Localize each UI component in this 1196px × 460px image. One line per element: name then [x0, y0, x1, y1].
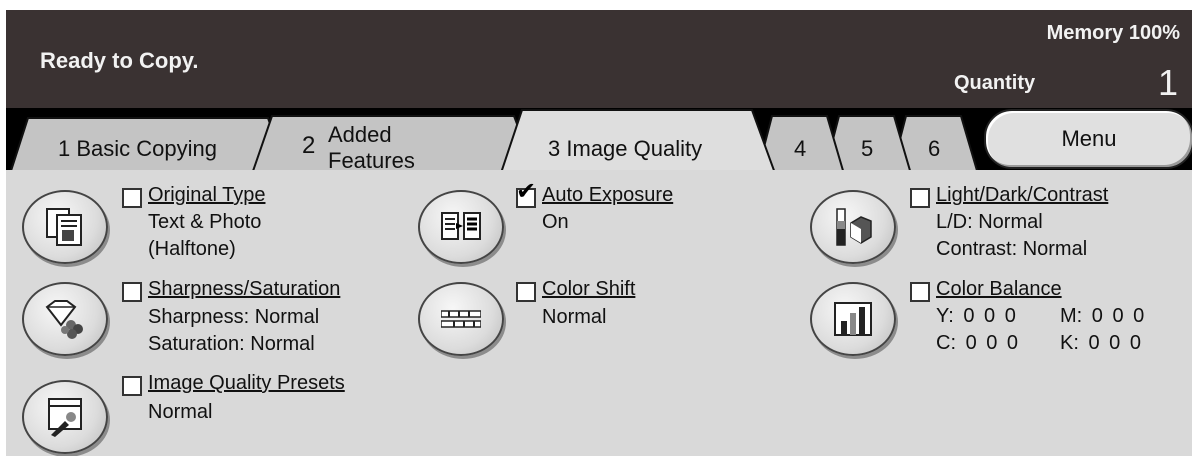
light-dark-contrast-title: Light/Dark/Contrast	[936, 184, 1109, 206]
image-quality-panel: Original Type Text & Photo (Halftone) Sh…	[6, 170, 1192, 456]
saturation-value: Saturation: Normal	[148, 333, 315, 355]
sharpness-icon	[45, 300, 83, 339]
tab-number: 3	[548, 136, 561, 161]
quantity-label: Quantity	[954, 72, 1036, 94]
original-type-value-2: (Halftone)	[148, 238, 236, 260]
y-label: Y:	[936, 305, 954, 327]
color-balance-icon	[834, 302, 872, 336]
color-balance-feature[interactable]: Color Balance Y: 0 0 0 M: 0 0 0 C: 0 0 0…	[810, 278, 1190, 368]
tab-5[interactable]: 5	[861, 136, 873, 162]
sharpness-saturation-checkbox[interactable]	[122, 282, 142, 302]
original-type-title: Original Type	[148, 184, 266, 206]
original-type-value: Text & Photo	[148, 211, 262, 233]
color-balance-checkbox[interactable]	[910, 282, 930, 302]
auto-exposure-button[interactable]	[418, 190, 504, 264]
tab-basic-copying[interactable]: 1 Basic Copying	[58, 136, 217, 162]
light-dark-value: L/D: Normal	[936, 211, 1043, 233]
tab-label: Basic Copying	[76, 136, 218, 161]
light-dark-contrast-button[interactable]	[810, 190, 896, 264]
tab-number: 1	[58, 136, 71, 161]
color-balance-k: K: 0 0 0	[1060, 332, 1141, 355]
sharpness-value: Sharpness: Normal	[148, 306, 320, 328]
sharpness-saturation-title: Sharpness/Saturation	[148, 278, 341, 300]
presets-icon	[48, 398, 82, 437]
sharpness-saturation-button[interactable]	[22, 282, 108, 356]
k-values: 0 0 0	[1088, 332, 1141, 354]
color-shift-checkbox[interactable]	[516, 282, 536, 302]
tab-added-features-number[interactable]: 2	[302, 132, 315, 160]
color-shift-title: Color Shift	[542, 278, 636, 300]
color-shift-icon	[441, 310, 481, 328]
copier-screen: Ready to Copy. Memory 100% Quantity 1 1 …	[6, 10, 1192, 456]
tab-6[interactable]: 6	[928, 136, 940, 162]
k-label: K:	[1060, 332, 1079, 354]
quantity-value: 1	[1157, 62, 1178, 103]
auto-exposure-title: Auto Exposure	[542, 184, 674, 206]
image-quality-presets-button[interactable]	[22, 380, 108, 454]
light-dark-contrast-feature[interactable]: Light/Dark/Contrast L/D: Normal Contrast…	[810, 184, 1190, 274]
auto-exposure-icon	[441, 212, 481, 240]
y-values: 0 0 0	[963, 305, 1016, 327]
tab-added-features[interactable]: Added Features	[328, 122, 415, 174]
color-balance-row-ym: Y: 0 0 0	[936, 305, 1016, 328]
c-label: C:	[936, 332, 956, 354]
image-quality-presets-title: Image Quality Presets	[148, 372, 345, 394]
m-label: M:	[1060, 305, 1083, 327]
color-balance-button[interactable]	[810, 282, 896, 356]
image-quality-presets-checkbox[interactable]	[122, 376, 142, 396]
tab-bar: 1 Basic Copying 2 Added Features 3 Image…	[6, 102, 1192, 174]
light-dark-icon	[836, 208, 872, 246]
original-type-feature[interactable]: Original Type Text & Photo (Halftone)	[22, 184, 402, 284]
original-type-icon	[46, 208, 82, 246]
checkmark-icon: ✔	[516, 178, 537, 205]
color-shift-feature[interactable]: Color Shift Normal	[418, 278, 778, 368]
image-quality-presets-value: Normal	[148, 401, 213, 423]
image-quality-presets-feature[interactable]: Image Quality Presets Normal	[22, 372, 402, 456]
tab-label-line1: Added	[328, 122, 392, 147]
tab-label: Image Quality	[566, 136, 703, 161]
status-message: Ready to Copy.	[40, 48, 199, 73]
tab-4[interactable]: 4	[794, 136, 806, 162]
sharpness-saturation-feature[interactable]: Sharpness/Saturation Sharpness: Normal S…	[22, 278, 402, 368]
color-balance-m: M: 0 0 0	[1060, 305, 1144, 328]
contrast-value: Contrast: Normal	[936, 238, 1088, 260]
m-values: 0 0 0	[1091, 305, 1145, 327]
auto-exposure-feature[interactable]: ✔ Auto Exposure On	[418, 180, 778, 274]
light-dark-contrast-checkbox[interactable]	[910, 188, 930, 208]
color-shift-button[interactable]	[418, 282, 504, 356]
original-type-checkbox[interactable]	[122, 188, 142, 208]
auto-exposure-checkbox[interactable]: ✔	[516, 180, 536, 208]
c-values: 0 0 0	[965, 332, 1019, 354]
tab-image-quality[interactable]: 3 Image Quality	[548, 136, 702, 162]
menu-button[interactable]: Menu	[984, 109, 1192, 169]
memory-indicator: Memory 100%	[1046, 22, 1180, 44]
original-type-button[interactable]	[22, 190, 108, 264]
status-header: Ready to Copy. Memory 100% Quantity 1	[6, 10, 1192, 108]
color-balance-row-ck: C: 0 0 0	[936, 332, 1018, 355]
color-shift-value: Normal	[542, 306, 607, 328]
color-balance-title: Color Balance	[936, 278, 1062, 300]
auto-exposure-value: On	[542, 211, 569, 233]
